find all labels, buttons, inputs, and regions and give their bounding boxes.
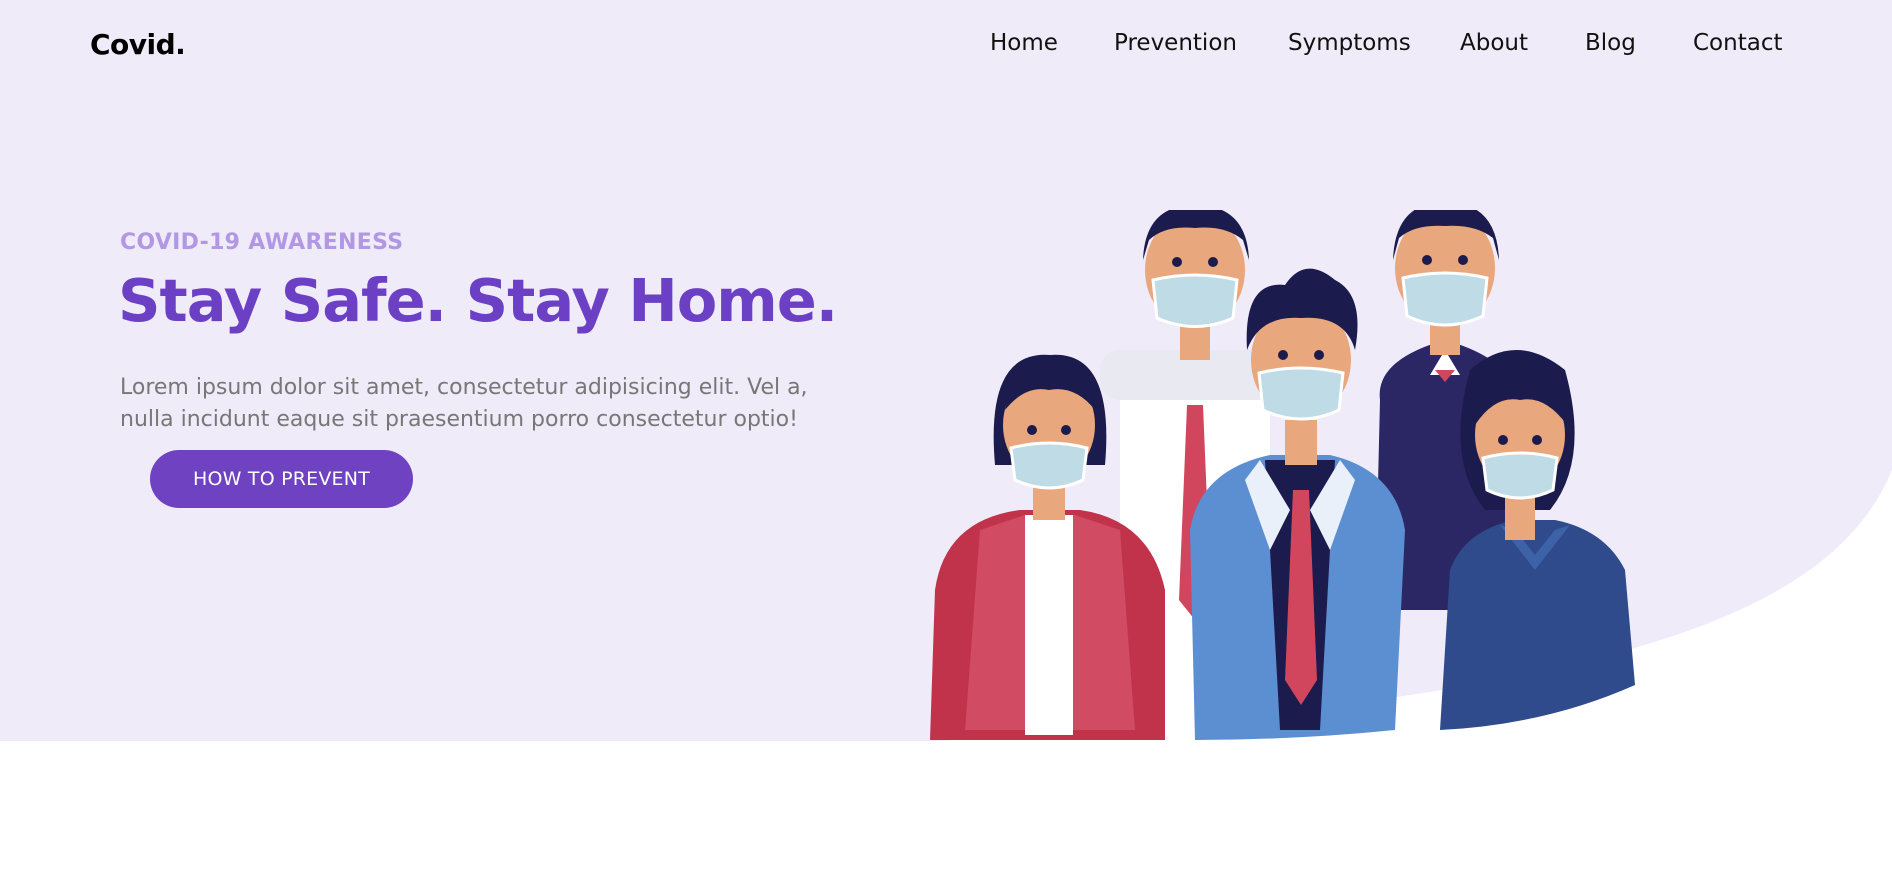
- hero-title: Stay Safe. Stay Home.: [118, 266, 838, 335]
- person-center: [1190, 268, 1405, 740]
- nav-link-contact[interactable]: Contact: [1693, 30, 1782, 56]
- main-nav: Home Prevention Symptoms About Blog Cont…: [0, 30, 1892, 64]
- nav-link-blog[interactable]: Blog: [1585, 30, 1636, 56]
- hero-section: Covid. Home Prevention Symptoms About Bl…: [0, 0, 1892, 741]
- how-to-prevent-button[interactable]: HOW TO PREVENT: [150, 450, 413, 508]
- hero-eyebrow: COVID-19 AWARENESS: [120, 230, 404, 255]
- hero-description: Lorem ipsum dolor sit amet, consectetur …: [120, 375, 808, 432]
- masked-people-group-illustration: [930, 210, 1635, 740]
- nav-link-home[interactable]: Home: [990, 30, 1058, 56]
- nav-link-prevention[interactable]: Prevention: [1114, 30, 1237, 56]
- nav-link-about[interactable]: About: [1460, 30, 1528, 56]
- nav-link-symptoms[interactable]: Symptoms: [1288, 30, 1411, 56]
